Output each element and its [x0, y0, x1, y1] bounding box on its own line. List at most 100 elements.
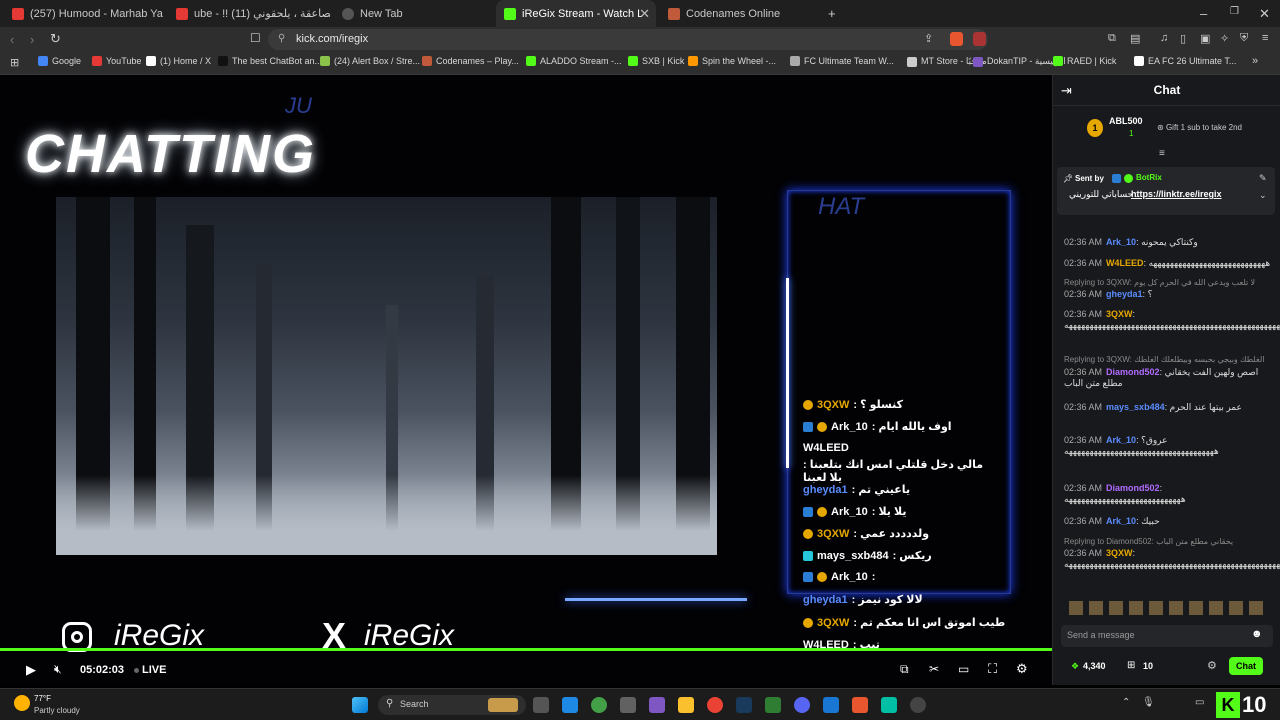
close-tab-icon[interactable]: ✕ — [639, 6, 650, 22]
game-icon[interactable] — [649, 697, 665, 713]
apps-icon[interactable]: ⊞ — [10, 56, 19, 69]
store-icon[interactable] — [620, 697, 636, 713]
pinned-message[interactable]: 📌︎ Sent by BotRix حساباتي للتوريني : htt… — [1057, 167, 1275, 215]
steam-icon[interactable] — [736, 697, 752, 713]
address-bar[interactable]: ⚲ kick.com/iregix ⇪ — [268, 29, 988, 50]
bookmark-item[interactable]: ALADDO Stream -... — [526, 56, 622, 66]
unpin-icon[interactable]: ✎ — [1259, 173, 1267, 184]
site-info-icon[interactable]: ⚲ — [278, 33, 285, 44]
xbox-icon[interactable] — [591, 697, 607, 713]
emote-bar[interactable] — [1069, 601, 1265, 615]
chat-username[interactable]: Diamond502 — [1106, 483, 1160, 493]
tab-youtube-video[interactable]: ube - !! مدربين الصاعقة ، يلحقوني (11) — [168, 0, 330, 27]
brave-rewards-icon[interactable] — [973, 32, 986, 46]
clip-icon[interactable]: ✂ — [929, 662, 939, 676]
bookmark-item[interactable]: YouTube — [92, 56, 141, 66]
live-label[interactable]: LIVE — [142, 664, 166, 676]
forward-icon[interactable]: › — [30, 32, 34, 47]
app-icon[interactable] — [562, 697, 578, 713]
tab-humood[interactable]: (257) Humood - Marhab Ya Hilal | لل — [4, 0, 164, 27]
obs-icon[interactable] — [910, 697, 926, 713]
play-icon[interactable]: ▶ — [26, 662, 36, 678]
minimize-icon[interactable]: – — [1200, 6, 1207, 21]
extensions-icon[interactable]: ⧉ — [1108, 32, 1116, 45]
mic-icon[interactable]: 🎙︎ — [1142, 697, 1155, 708]
gift-prompt[interactable]: ⊛ Gift 1 sub to take 2nd — [1157, 123, 1242, 132]
bookmark-item[interactable]: Codenames – Play... — [422, 56, 519, 66]
maximize-icon[interactable]: ❐ — [1230, 6, 1239, 17]
tab-codenames[interactable]: Codenames Online — [660, 0, 820, 27]
chat-reply-context[interactable]: Replying to 3QXW: لا تلعب ويدعي الله في … — [1064, 278, 1264, 287]
share-icon[interactable]: ⇪ — [924, 32, 933, 45]
app2-icon[interactable] — [881, 697, 897, 713]
weather-temp[interactable]: 77°F — [34, 694, 51, 703]
start-icon[interactable] — [352, 697, 368, 713]
bookmark-item[interactable]: (24) Alert Box / Stre... — [320, 56, 420, 66]
chat-input[interactable]: Send a message ☻ — [1061, 625, 1273, 647]
more-bookmarks-icon[interactable]: » — [1252, 55, 1258, 67]
notepad-icon[interactable] — [823, 697, 839, 713]
bookmark-item[interactable]: FC Ultimate Team W... — [790, 56, 894, 66]
media-icon[interactable]: ♫ — [1160, 32, 1168, 44]
brave-shields-icon[interactable] — [950, 32, 963, 46]
bookmark-item[interactable]: Spin the Wheel -... — [688, 56, 776, 66]
send-chat-button[interactable]: Chat — [1229, 657, 1263, 675]
emoji-icon[interactable]: ☻ — [1251, 628, 1263, 640]
back-icon[interactable]: ‹ — [10, 32, 14, 47]
chat-username[interactable]: Diamond502 — [1106, 367, 1160, 377]
chat-username[interactable]: Ark_10 — [1106, 237, 1136, 247]
mute-icon[interactable]: 🔇︎ — [54, 662, 62, 677]
bookmark-item[interactable]: SXB | Kick — [628, 56, 684, 66]
chat-reply-context[interactable]: Replying to 3QXW: الغلطك وبيجي بحبسه وبي… — [1064, 355, 1264, 364]
network-icon[interactable]: ▭ — [1195, 697, 1204, 708]
taskbar-search[interactable]: ⚲ Search — [378, 695, 526, 715]
leo-icon[interactable]: ✧ — [1220, 32, 1229, 45]
theater-mode-icon[interactable]: ▭ — [958, 662, 969, 676]
expand-chevron-icon[interactable]: ⌄ — [1259, 190, 1267, 201]
pip-icon[interactable]: ⧉ — [900, 662, 909, 677]
tab-iregix-stream[interactable]: iReGix Stream - Watch Live on K✕ — [496, 0, 656, 27]
file-explorer-icon[interactable] — [678, 697, 694, 713]
bookmark-item[interactable]: RAED | Kick — [1053, 56, 1116, 66]
chat-reply-context[interactable]: Replying to Diamond502: يخقاني مطلع متن … — [1064, 537, 1264, 546]
gift-count[interactable]: 10 — [1143, 661, 1153, 671]
chat-username[interactable]: 3QXW — [1106, 548, 1133, 558]
filter-icon[interactable]: ≡ — [1159, 148, 1165, 159]
bookmark-item[interactable]: The best ChatBot an... — [218, 56, 322, 66]
tab-new-tab[interactable]: New Tab — [334, 0, 494, 27]
settings-gear-icon[interactable]: ⚙ — [1016, 661, 1028, 677]
sidebar-icon[interactable]: ▯ — [1180, 32, 1186, 45]
chrome-icon[interactable] — [707, 697, 723, 713]
fullscreen-icon[interactable]: ⛶ — [988, 661, 997, 677]
weather-icon[interactable] — [14, 695, 30, 711]
channel-points[interactable]: 4,340 — [1083, 661, 1106, 671]
pinned-link[interactable]: https://linktr.ee/iregix — [1131, 189, 1222, 199]
video-player[interactable]: CHATTING JU HAT 3QXW: كنسلو ؟ Ark_10: اوف… — [0, 75, 1052, 685]
bookmark-icon[interactable]: ☐ — [250, 31, 261, 45]
reload-icon[interactable]: ↻ — [50, 31, 61, 47]
close-window-icon[interactable]: ✕ — [1259, 6, 1270, 22]
top-gifter-name[interactable]: ABL500 — [1109, 116, 1143, 126]
chat-username[interactable]: W4LEED — [1106, 258, 1144, 268]
discord-icon[interactable] — [794, 697, 810, 713]
chat-username[interactable]: mays_sxb484 — [1106, 402, 1165, 412]
chat-username[interactable]: 3QXW — [1106, 309, 1133, 319]
menu-icon[interactable]: ≡ — [1262, 32, 1268, 44]
chat-username[interactable]: Ark_10 — [1106, 435, 1136, 445]
chat-username[interactable]: Ark_10 — [1106, 516, 1136, 526]
wallet-icon[interactable]: ▣ — [1200, 32, 1210, 45]
chat-username[interactable]: gheyda1 — [1106, 289, 1143, 299]
tray-chevron-icon[interactable]: ⌃ — [1122, 697, 1130, 708]
reader-icon[interactable]: ▤ — [1130, 32, 1140, 45]
xbox-app-icon[interactable] — [765, 697, 781, 713]
brave-icon[interactable] — [852, 697, 868, 713]
new-tab-icon[interactable]: + — [828, 6, 836, 21]
chat-settings-icon[interactable]: ⚙ — [1207, 659, 1217, 672]
bookmark-item[interactable]: DokanTIP - الرئيسية — [973, 56, 1066, 67]
bookmark-item[interactable]: EA FC 26 Ultimate T... — [1134, 56, 1236, 66]
vpn-icon[interactable]: ⛨ — [1240, 32, 1248, 45]
bookmark-item[interactable]: (1) Home / X — [146, 56, 211, 66]
task-view-icon[interactable] — [533, 697, 549, 713]
pinned-user[interactable]: BotRix — [1136, 173, 1162, 182]
bookmark-item[interactable]: Google — [38, 56, 81, 66]
